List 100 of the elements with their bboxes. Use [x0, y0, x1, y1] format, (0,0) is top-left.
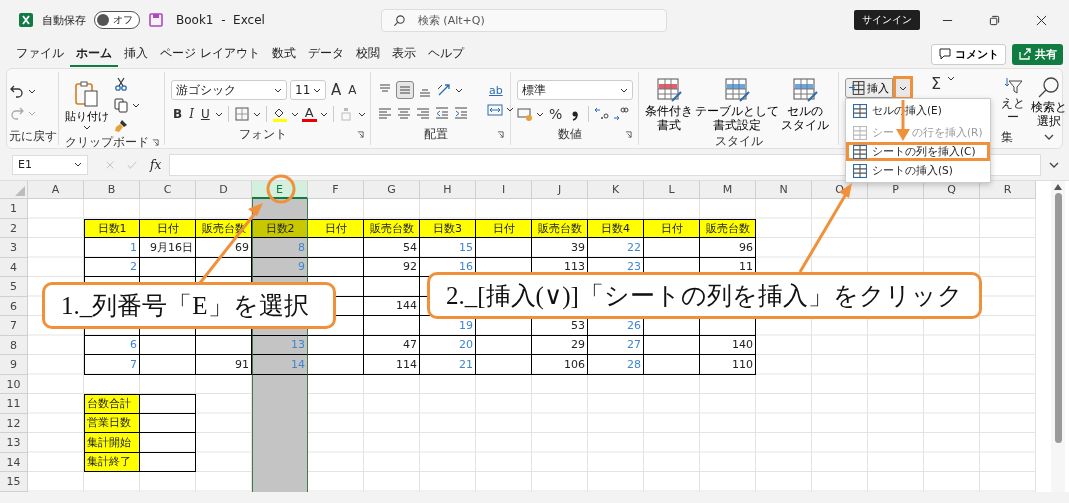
style-button[interactable]: セルの スタイル — [781, 76, 829, 133]
percent-button[interactable]: % — [547, 107, 565, 121]
row-header[interactable]: 14 — [0, 452, 28, 472]
number-format-dropdown[interactable]: 標準 — [517, 80, 633, 100]
restore-icon[interactable] — [989, 14, 1000, 26]
column-header[interactable]: G — [364, 181, 420, 199]
check-icon[interactable] — [127, 159, 137, 170]
row-header[interactable]: 8 — [0, 335, 28, 355]
ribbon-tab[interactable]: ページ レイアウト — [154, 41, 266, 67]
column-header[interactable]: D — [196, 181, 252, 199]
font-name-dropdown[interactable]: 游ゴシック — [171, 80, 287, 100]
sign-in-button[interactable]: サインイン — [854, 10, 920, 30]
align-middle-icon[interactable] — [396, 81, 414, 99]
caret-icon[interactable] — [290, 111, 299, 117]
style-button[interactable]: テーブルとして 書式設定 — [695, 76, 779, 133]
column-header[interactable]: A — [28, 181, 84, 199]
insert-dropdown-button[interactable] — [893, 76, 913, 100]
copy-icon[interactable] — [113, 97, 129, 113]
font-color-button[interactable]: A — [301, 106, 317, 122]
align-right-icon[interactable] — [415, 105, 431, 121]
column-header[interactable]: C — [140, 181, 196, 199]
ribbon-tab[interactable]: ファイル — [10, 41, 70, 67]
increase-decimal-icon[interactable] — [594, 106, 611, 122]
align-center-icon[interactable] — [396, 105, 412, 121]
caret-icon[interactable] — [357, 111, 366, 117]
indent-icon[interactable] — [453, 105, 469, 121]
dialog-launcher-icon[interactable] — [625, 131, 632, 138]
ribbon-tab[interactable]: ヘルプ — [421, 41, 470, 67]
shrink-font-button[interactable]: A — [346, 84, 359, 96]
name-box[interactable]: E1 — [12, 154, 88, 175]
search-field[interactable]: 検索 (Alt+Q) — [380, 8, 667, 32]
autosave-toggle[interactable]: オフ — [94, 11, 140, 29]
fill-bucket-icon[interactable] — [271, 106, 288, 122]
dialog-launcher-icon[interactable] — [152, 139, 159, 146]
row-header[interactable]: 5 — [0, 277, 28, 297]
ribbon-tab[interactable]: 表示 — [385, 41, 422, 67]
caret-icon[interactable] — [132, 102, 140, 108]
insert-button[interactable]: 挿入 — [845, 78, 893, 98]
column-header[interactable]: K — [588, 181, 644, 199]
dialog-launcher-icon[interactable] — [357, 131, 364, 138]
column-header[interactable]: L — [644, 181, 700, 199]
column-header[interactable]: B — [84, 181, 140, 199]
row-header[interactable]: 15 — [0, 472, 28, 492]
ribbon-tab[interactable]: ホーム — [70, 41, 118, 67]
caret-icon[interactable] — [506, 107, 514, 112]
caret-icon[interactable] — [214, 111, 223, 117]
ribbon-tab[interactable]: 数式 — [265, 41, 302, 67]
orientation-icon[interactable] — [436, 82, 452, 98]
row-header[interactable]: 13 — [0, 433, 28, 453]
scroll-up-icon[interactable] — [1054, 184, 1062, 190]
underline-button[interactable]: U — [198, 108, 212, 120]
caret-icon[interactable] — [455, 87, 463, 93]
ribbon-tab[interactable]: データ — [301, 41, 350, 67]
italic-button[interactable]: I — [187, 108, 196, 120]
paste-button[interactable]: 貼り付け — [65, 80, 109, 130]
autosum-button[interactable]: Σ — [929, 76, 944, 92]
column-header[interactable]: N — [756, 181, 812, 199]
insert-function-button[interactable]: fx — [150, 157, 162, 172]
row-header[interactable]: 10 — [0, 374, 28, 394]
decrease-decimal-icon[interactable] — [613, 106, 630, 122]
row-header[interactable]: 9 — [0, 355, 28, 375]
sort-filter-label[interactable]: えと — [1001, 96, 1026, 111]
ribbon-tab[interactable]: 校閲 — [349, 41, 386, 67]
column-header[interactable]: I — [476, 181, 532, 199]
ribbon-tab[interactable]: 挿入 — [118, 41, 154, 67]
column-header[interactable]: R — [980, 181, 1036, 199]
brush-icon[interactable] — [113, 118, 129, 134]
row-header[interactable]: 1 — [0, 199, 28, 219]
scroll-thumb[interactable] — [1054, 193, 1062, 443]
filter-icon[interactable] — [1003, 76, 1024, 96]
wrap-text-button[interactable]: ab — [487, 84, 505, 96]
grow-font-button[interactable]: A — [329, 82, 344, 98]
row-header[interactable]: 4 — [0, 257, 28, 277]
row-header[interactable]: 6 — [0, 296, 28, 316]
column-header[interactable]: J — [532, 181, 588, 199]
font-size-dropdown[interactable]: 11 — [290, 80, 326, 100]
expand-formula-bar-icon[interactable] — [1049, 161, 1059, 168]
find-select-button[interactable]: 検索と 選択 — [1031, 76, 1068, 129]
sort-filter-label[interactable]: ー — [1007, 110, 1020, 125]
caret-icon[interactable] — [536, 111, 544, 117]
share-button[interactable]: 共有 — [1012, 43, 1063, 65]
menu-item[interactable]: シートの列を挿入(C) — [846, 142, 990, 161]
column-header[interactable]: M — [700, 181, 756, 199]
caret-icon[interactable] — [947, 76, 956, 81]
merge-cells-icon[interactable] — [487, 101, 503, 118]
caret-icon[interactable] — [28, 88, 36, 94]
close-icon[interactable] — [1036, 14, 1047, 26]
row-header[interactable]: 11 — [0, 394, 28, 414]
undo-icon[interactable] — [9, 83, 25, 99]
align-left-icon[interactable] — [377, 105, 393, 121]
caret-icon[interactable] — [252, 111, 261, 117]
row-header[interactable]: 12 — [0, 413, 28, 433]
outdent-icon[interactable] — [434, 105, 450, 121]
row-header[interactable]: 2 — [0, 218, 28, 238]
bold-button[interactable]: B — [171, 108, 185, 120]
dialog-launcher-icon[interactable] — [497, 131, 504, 138]
column-header[interactable]: F — [308, 181, 364, 199]
collapse-ribbon-icon[interactable] — [1044, 134, 1054, 140]
menu-item[interactable]: シートの挿入(S) — [846, 161, 990, 180]
row-header[interactable]: 7 — [0, 316, 28, 336]
